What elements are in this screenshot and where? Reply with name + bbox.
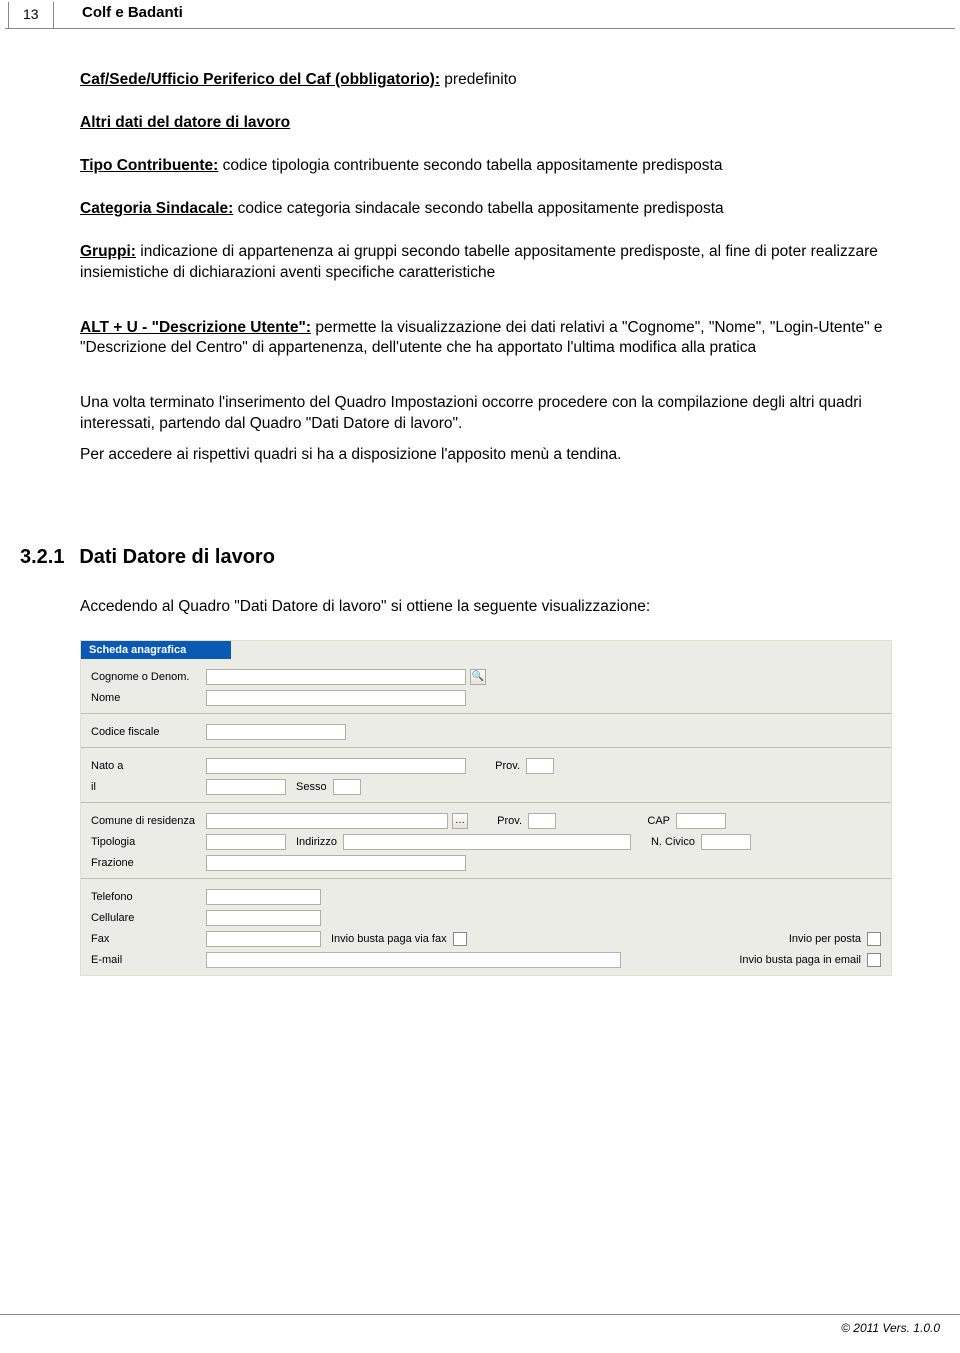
page-header: 13 Colf e Badanti <box>0 0 960 30</box>
page-footer: © 2011 Vers. 1.0.0 <box>0 1314 960 1335</box>
chk-invio-email[interactable] <box>867 953 881 967</box>
label-cellulare: Cellulare <box>91 912 206 924</box>
label-frazione: Frazione <box>91 857 206 869</box>
input-telefono[interactable] <box>206 889 321 905</box>
para-p1: Una volta terminato l'inserimento del Qu… <box>80 393 892 435</box>
page-number-box: 13 <box>8 2 54 29</box>
doc-title: Colf e Badanti <box>82 4 183 21</box>
para-tipo: Tipo Contribuente: codice tipologia cont… <box>80 156 892 177</box>
alt-label: ALT + U - "Descrizione Utente": <box>80 319 311 336</box>
section-heading: 3.2.1 Dati Datore di lavoro <box>20 546 892 569</box>
form-scheda-anagrafica: Scheda anagrafica Cognome o Denom. 🔍 Nom… <box>80 640 892 976</box>
label-nome: Nome <box>91 692 206 704</box>
input-prov-birth[interactable] <box>526 758 554 774</box>
section-title: Dati Datore di lavoro <box>79 546 275 568</box>
label-prov-birth: Prov. <box>466 760 526 772</box>
gruppi-val: indicazione di appartenenza ai gruppi se… <box>80 243 878 281</box>
cat-val: codice categoria sindacale secondo tabel… <box>233 200 723 217</box>
caf-label: Caf/Sede/Ufficio Periferico del Caf (obb… <box>80 71 440 88</box>
para-altri-title: Altri dati del datore di lavoro <box>80 113 892 134</box>
form-section-birth: Nato a Prov. il Sesso <box>81 748 891 803</box>
input-email[interactable] <box>206 952 621 968</box>
input-tipologia[interactable] <box>206 834 286 850</box>
tipo-val: codice tipologia contribuente secondo ta… <box>218 157 722 174</box>
input-comune[interactable] <box>206 813 448 829</box>
tipo-label: Tipo Contribuente: <box>80 157 218 174</box>
ellipsis-icon[interactable]: … <box>452 813 468 829</box>
label-il: il <box>91 781 206 793</box>
input-cellulare[interactable] <box>206 910 321 926</box>
cat-label: Categoria Sindacale: <box>80 200 233 217</box>
form-section-name: Cognome o Denom. 🔍 Nome <box>81 659 891 714</box>
label-prov-res: Prov. <box>468 815 528 827</box>
label-sesso: Sesso <box>286 781 333 793</box>
label-comune: Comune di residenza <box>91 815 206 827</box>
label-invio-email: Invio busta paga in email <box>729 954 867 966</box>
label-nato: Nato a <box>91 760 206 772</box>
input-il[interactable] <box>206 779 286 795</box>
label-tipologia: Tipologia <box>91 836 206 848</box>
input-sesso[interactable] <box>333 779 361 795</box>
form-section-address: Comune di residenza … Prov. CAP Tipologi… <box>81 803 891 879</box>
input-cap[interactable] <box>676 813 726 829</box>
para-alt: ALT + U - "Descrizione Utente": permette… <box>80 318 892 360</box>
section-number: 3.2.1 <box>20 546 75 569</box>
input-prov-res[interactable] <box>528 813 556 829</box>
footer-text: © 2011 Vers. 1.0.0 <box>841 1321 940 1335</box>
label-ncivico: N. Civico <box>631 836 701 848</box>
label-indirizzo: Indirizzo <box>286 836 343 848</box>
input-nome[interactable] <box>206 690 466 706</box>
input-indirizzo[interactable] <box>343 834 631 850</box>
input-fax[interactable] <box>206 931 321 947</box>
label-cap: CAP <box>556 815 676 827</box>
para-caf: Caf/Sede/Ufficio Periferico del Caf (obb… <box>80 70 892 91</box>
gruppi-label: Gruppi: <box>80 243 136 260</box>
label-invio-fax: Invio busta paga via fax <box>321 933 453 945</box>
para-p3: Accedendo al Quadro "Dati Datore di lavo… <box>80 597 892 618</box>
form-section-contact: Telefono Cellulare Fax Invio busta paga … <box>81 879 891 975</box>
para-gruppi: Gruppi: indicazione di appartenenza ai g… <box>80 242 892 284</box>
label-invio-posta: Invio per posta <box>779 933 867 945</box>
form-section-cf: Codice fiscale <box>81 714 891 748</box>
main-content: Caf/Sede/Ufficio Periferico del Caf (obb… <box>0 30 960 986</box>
input-cf[interactable] <box>206 724 346 740</box>
label-email: E-mail <box>91 954 206 966</box>
label-cf: Codice fiscale <box>91 726 206 738</box>
chk-invio-fax[interactable] <box>453 932 467 946</box>
label-telefono: Telefono <box>91 891 206 903</box>
chk-invio-posta[interactable] <box>867 932 881 946</box>
input-frazione[interactable] <box>206 855 466 871</box>
input-nato[interactable] <box>206 758 466 774</box>
lookup-icon[interactable]: 🔍 <box>470 669 486 685</box>
input-ncivico[interactable] <box>701 834 751 850</box>
caf-val: predefinito <box>440 71 517 88</box>
form-header: Scheda anagrafica <box>81 641 231 659</box>
label-fax: Fax <box>91 933 206 945</box>
para-p2: Per accedere ai rispettivi quadri si ha … <box>80 445 892 466</box>
header-rule <box>5 28 955 29</box>
altri-dati-heading: Altri dati del datore di lavoro <box>80 114 290 131</box>
label-cognome: Cognome o Denom. <box>91 671 206 683</box>
para-cat: Categoria Sindacale: codice categoria si… <box>80 199 892 220</box>
input-cognome[interactable] <box>206 669 466 685</box>
page-number: 13 <box>23 6 39 22</box>
